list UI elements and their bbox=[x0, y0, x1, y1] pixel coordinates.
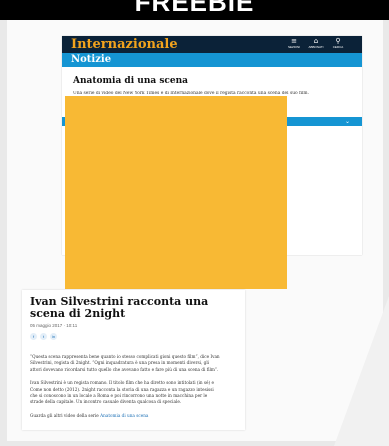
article-footer-text: Guarda gli altri video della serie bbox=[30, 412, 99, 418]
article-paragraph: Ivan Silvestrini è un regista romano. Il… bbox=[30, 380, 214, 405]
menu-icon: ≡ bbox=[291, 37, 297, 45]
twitter-share-icon[interactable]: t bbox=[40, 333, 47, 340]
sections-label: SEZIONI bbox=[287, 45, 300, 49]
search-icon: ⚲ bbox=[335, 37, 341, 45]
article-title[interactable]: Ivan Silvestrini racconta una scena di 2… bbox=[30, 296, 237, 320]
sections-button[interactable]: ≡ SEZIONI bbox=[286, 37, 302, 49]
article-paragraph: “Questa scena rappresenta bene quanto io… bbox=[30, 354, 220, 372]
article-date: 05 maggio 2017 · 10:11 bbox=[30, 323, 78, 328]
feature-headline[interactable]: Anatomia di una scena bbox=[73, 76, 188, 86]
home-icon: ⌂ bbox=[313, 37, 319, 45]
search-button[interactable]: ⚲ CERCA bbox=[330, 37, 346, 49]
banner-text: FREEBIE bbox=[134, 0, 255, 17]
chevron-down-icon[interactable]: ⌄ bbox=[345, 117, 350, 126]
linkedin-share-icon[interactable]: in bbox=[50, 333, 57, 340]
series-link[interactable]: Anatomia di una scena bbox=[100, 413, 148, 418]
subscribe-button[interactable]: ⌂ ABBONATI bbox=[308, 37, 324, 49]
section-title[interactable]: Notizie bbox=[71, 53, 111, 67]
search-label: CERCA bbox=[332, 45, 344, 49]
media-placeholder bbox=[65, 96, 287, 289]
article-footer: Guarda gli altri video della serie Anato… bbox=[30, 413, 220, 419]
share-buttons: f t in bbox=[30, 333, 237, 340]
app-header: Internazionale ≡ SEZIONI ⌂ ABBONATI ⚲ CE… bbox=[62, 36, 362, 53]
section-bar: Notizie bbox=[62, 53, 362, 67]
top-banner: FREEBIE bbox=[0, 0, 389, 20]
facebook-share-icon[interactable]: f bbox=[30, 333, 37, 340]
subscribe-label: ABBONATI bbox=[308, 45, 324, 49]
brand-logo[interactable]: Internazionale bbox=[71, 37, 178, 52]
background-watermark bbox=[334, 296, 389, 446]
article-card: Ivan Silvestrini racconta una scena di 2… bbox=[22, 290, 245, 430]
